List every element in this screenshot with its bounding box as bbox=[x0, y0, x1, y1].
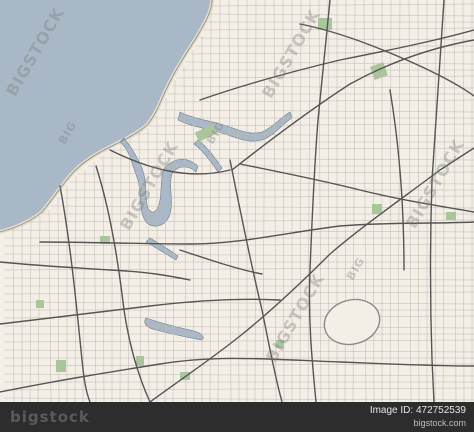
footer-logo: bigstock bbox=[10, 408, 90, 426]
map-canvas bbox=[0, 0, 474, 432]
city-street-map: BIGSTOCK BIGSTOCK BIGSTOCK BIGSTOCK BIGS… bbox=[0, 0, 474, 432]
site-label: bigstock.com bbox=[413, 418, 466, 428]
image-id-label: Image ID: 472752539 bbox=[369, 405, 466, 416]
stock-footer-bar: bigstock Image ID: 472752539 bigstock.co… bbox=[0, 402, 474, 432]
